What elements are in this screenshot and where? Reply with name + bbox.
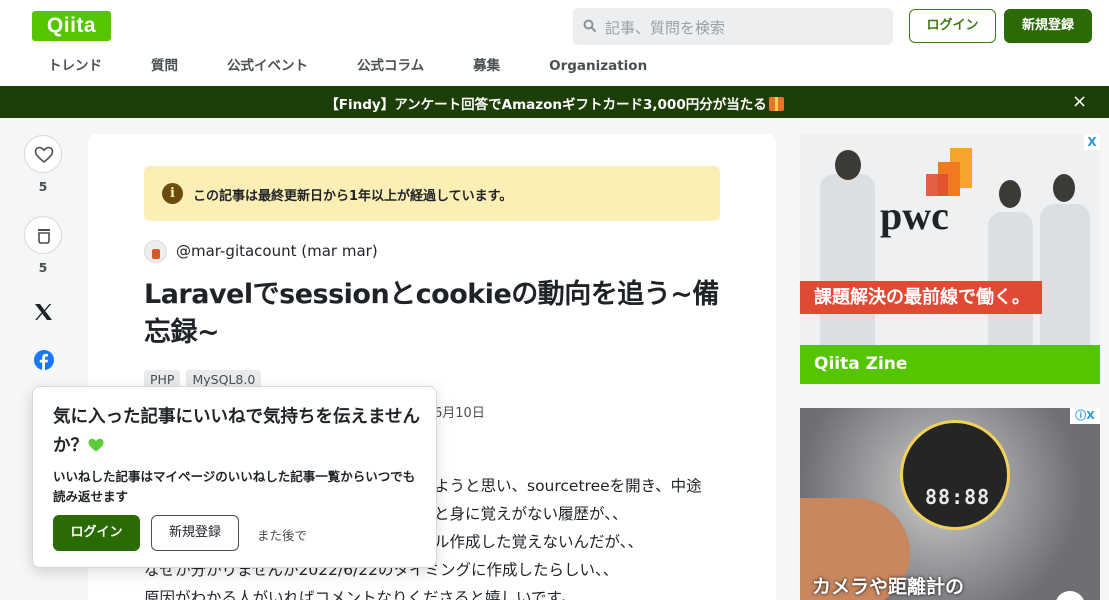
popup-signup-button[interactable]: 新規登録 [151, 515, 239, 551]
stock-icon [38, 229, 50, 244]
nav-questions[interactable]: 質問 [135, 56, 178, 78]
stock-button[interactable] [24, 216, 62, 254]
nav-recruit[interactable]: 募集 [457, 56, 500, 78]
facebook-icon[interactable] [34, 350, 54, 370]
nav-columns[interactable]: 公式コラム [341, 56, 424, 78]
author-name[interactable]: @mar-gitacount (mar mar) [176, 242, 378, 260]
person-illustration [820, 174, 875, 354]
ad-info-icon[interactable]: ⓘX [1070, 408, 1100, 424]
article-title: Laravelでsessionとcookieの動向を追う~備忘録~ [144, 279, 719, 348]
popup-login-button[interactable]: ログイン [53, 515, 140, 551]
info-icon: i [162, 183, 183, 204]
global-nav: トレンド 質問 公式イベント 公式コラム 募集 Organization [32, 56, 680, 78]
gift-icon [768, 97, 784, 111]
device-image: 88:88 [900, 420, 1010, 530]
nav-trend[interactable]: トレンド [32, 56, 102, 78]
notice-text: この記事は最終更新日から1年以上が経過しています。 [193, 189, 513, 204]
nav-organization[interactable]: Organization [533, 56, 647, 78]
post-date: 6月10日 [434, 406, 485, 421]
avatar[interactable] [144, 240, 167, 263]
ad-footer: Qiita Zine [800, 345, 1100, 384]
body-line: 原因がわかる人がいればコメントなりくださると嬉しいです。 [144, 589, 576, 600]
close-icon[interactable]: × [1072, 91, 1087, 112]
popup-title: 気に入った記事にいいねで気持ちを伝えませんか？ [53, 407, 420, 456]
green-heart-icon [88, 438, 104, 452]
heart-icon [34, 146, 54, 164]
ad-camera[interactable]: 88:88 カメラや距離計の ⓘX [800, 408, 1100, 600]
banner-text: 【Findy】アンケート回答でAmazonギフトカード3,000円分が当たる [325, 97, 767, 113]
ad-pwc[interactable]: pwc 課題解決の最前線で働く。 Qiita Zine X [800, 134, 1100, 384]
ad-tagline: 課題解決の最前線で働く。 [800, 281, 1042, 314]
qiita-logo[interactable]: Qiita [32, 11, 111, 41]
nav-events[interactable]: 公式イベント [211, 56, 308, 78]
outdated-notice: i この記事は最終更新日から1年以上が経過しています。 [144, 166, 720, 221]
ad-caption: カメラや距離計の [812, 576, 965, 598]
search-icon [583, 19, 597, 33]
pwc-logo: pwc [880, 193, 949, 238]
like-count: 5 [38, 179, 48, 194]
search-placeholder: 記事、質問を検索 [605, 19, 726, 37]
ad-close-icon[interactable]: X [1084, 134, 1100, 150]
x-share-icon[interactable] [34, 303, 53, 321]
like-prompt-popup: 気に入った記事にいいねで気持ちを伝えませんか？ いいねした記事はマイページのいい… [32, 386, 437, 568]
search-input[interactable]: 記事、質問を検索 [573, 8, 893, 45]
signup-button[interactable]: 新規登録 [1004, 9, 1092, 43]
promo-banner[interactable]: 【Findy】アンケート回答でAmazonギフトカード3,000円分が当たる × [0, 86, 1109, 118]
stock-count: 5 [38, 260, 48, 275]
device-display: 88:88 [925, 485, 991, 509]
popup-later-link[interactable]: また後で [257, 525, 307, 544]
like-button[interactable] [24, 135, 62, 173]
login-button[interactable]: ログイン [909, 9, 996, 43]
site-header: Qiita 記事、質問を検索 ログイン 新規登録 トレンド 質問 公式イベント … [0, 0, 1109, 86]
popup-description: いいねした記事はマイページのいいねした記事一覧からいつでも読み返せます [53, 469, 416, 504]
